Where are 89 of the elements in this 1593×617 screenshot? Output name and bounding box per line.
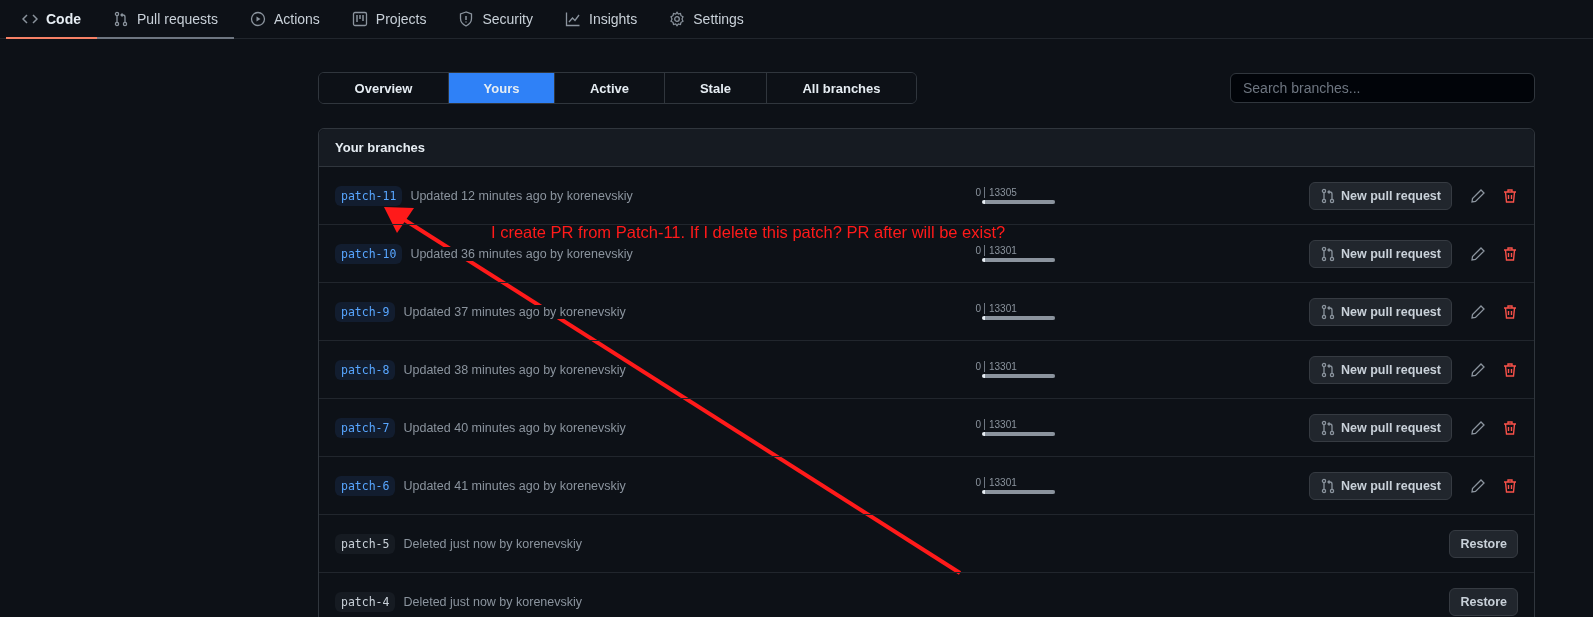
ahead-count: 0 xyxy=(960,303,985,314)
branch-name[interactable]: patch-11 xyxy=(335,185,403,206)
edit-button[interactable] xyxy=(1470,303,1486,320)
pull-request-icon xyxy=(1319,419,1336,436)
repo-tab[interactable]: Pull requests xyxy=(97,0,234,39)
pull-request-icon xyxy=(1319,303,1336,320)
branch-info: Updated 41 minutes ago by korenevskiy xyxy=(403,478,626,493)
filter-tab[interactable]: Overview xyxy=(319,73,449,103)
branch-name[interactable]: patch-8 xyxy=(335,359,396,380)
edit-button[interactable] xyxy=(1470,477,1486,494)
ahead-count: 0 xyxy=(960,361,985,372)
pencil-icon xyxy=(1470,245,1486,262)
branch-info: Updated 38 minutes ago by korenevskiy xyxy=(403,362,626,377)
ahead-count: 0 xyxy=(960,245,985,256)
new-pull-request-button[interactable]: New pull request xyxy=(1308,181,1452,210)
new-pull-request-button[interactable]: New pull request xyxy=(1308,297,1452,326)
edit-button[interactable] xyxy=(1470,245,1486,262)
delete-button[interactable] xyxy=(1502,361,1518,378)
branch-name[interactable]: patch-4 xyxy=(335,591,396,612)
new-pull-request-button[interactable]: New pull request xyxy=(1308,355,1452,384)
search-field[interactable]: Search branches... xyxy=(1230,73,1535,103)
branch-name[interactable]: patch-6 xyxy=(335,475,396,496)
branch-info: Updated 36 minutes ago by korenevskiy xyxy=(410,246,633,261)
behind-count: 13305 xyxy=(987,187,1017,198)
ahead-bar xyxy=(981,316,985,320)
ahead-count: 0 xyxy=(960,477,985,488)
behind-count: 13301 xyxy=(987,303,1017,314)
trash-icon xyxy=(1502,303,1518,320)
repo-tab[interactable]: Insights xyxy=(549,0,654,39)
delete-button[interactable] xyxy=(1502,245,1518,262)
pull-request-icon xyxy=(1319,187,1336,204)
branch-name[interactable]: patch-7 xyxy=(335,417,396,438)
behind-count: 13301 xyxy=(987,419,1017,430)
branch-info: Deleted just now by korenevskiy xyxy=(403,536,583,551)
delete-button[interactable] xyxy=(1502,303,1518,320)
ahead-count: 0 xyxy=(960,187,985,198)
repo-tab[interactable]: Actions xyxy=(233,0,336,39)
shield-icon xyxy=(458,10,475,27)
ahead-bar xyxy=(981,200,985,204)
edit-button[interactable] xyxy=(1470,187,1486,204)
trash-icon xyxy=(1502,419,1518,436)
graph-icon xyxy=(565,10,581,27)
pencil-icon xyxy=(1470,419,1486,436)
trash-icon xyxy=(1502,245,1518,262)
repo-tab[interactable]: Code xyxy=(6,0,97,39)
ahead-bar xyxy=(981,258,985,262)
branch-name[interactable]: patch-5 xyxy=(335,533,396,554)
branch-info: Deleted just now by korenevskiy xyxy=(403,594,583,609)
repo-tab[interactable]: Projects xyxy=(335,0,443,39)
behind-count: 13301 xyxy=(987,245,1017,256)
pencil-icon xyxy=(1470,361,1486,378)
new-pull-request-button[interactable]: New pull request xyxy=(1308,471,1452,500)
branch-info: Updated 40 minutes ago by korenevskiy xyxy=(403,420,626,435)
new-pull-request-button[interactable]: New pull request xyxy=(1308,239,1452,268)
edit-button[interactable] xyxy=(1470,419,1486,436)
pull-request-icon xyxy=(1319,477,1336,494)
branch-name[interactable]: patch-9 xyxy=(335,301,396,322)
behind-count: 13301 xyxy=(987,361,1017,372)
new-pull-request-button[interactable]: New pull request xyxy=(1308,413,1452,442)
pencil-icon xyxy=(1470,477,1486,494)
trash-icon xyxy=(1502,361,1518,378)
ahead-bar xyxy=(981,490,985,494)
trash-icon xyxy=(1502,477,1518,494)
repo-tab[interactable]: Settings xyxy=(653,0,760,39)
pull-request-icon xyxy=(1319,361,1336,378)
ahead-count: 0 xyxy=(960,419,985,430)
ahead-bar xyxy=(981,374,985,378)
annotation-text: I create PR from Patch-11. If I delete this patch? PR after will be exist? xyxy=(491,223,1006,242)
settings-icon xyxy=(669,10,686,27)
branch-name[interactable]: patch-10 xyxy=(335,243,403,264)
delete-button[interactable] xyxy=(1502,477,1518,494)
edit-button[interactable] xyxy=(1470,361,1486,378)
pencil-icon xyxy=(1470,187,1486,204)
pencil-icon xyxy=(1470,303,1486,320)
branch-info: Updated 12 minutes ago by korenevskiy xyxy=(410,188,633,203)
repo-tab[interactable]: Security xyxy=(442,0,549,39)
restore-button[interactable]: Restore xyxy=(1449,529,1518,558)
play-icon xyxy=(249,10,266,27)
delete-button[interactable] xyxy=(1502,187,1518,204)
section-title: Your branches xyxy=(335,140,426,155)
branch-info: Updated 37 minutes ago by korenevskiy xyxy=(403,304,626,319)
restore-button[interactable]: Restore xyxy=(1449,587,1518,616)
ahead-bar xyxy=(981,432,985,436)
pull-request-icon xyxy=(113,10,129,27)
behind-count: 13301 xyxy=(987,477,1017,488)
pull-request-icon xyxy=(1319,245,1336,262)
trash-icon xyxy=(1502,187,1518,204)
board-icon xyxy=(351,10,368,27)
delete-button[interactable] xyxy=(1502,419,1518,436)
